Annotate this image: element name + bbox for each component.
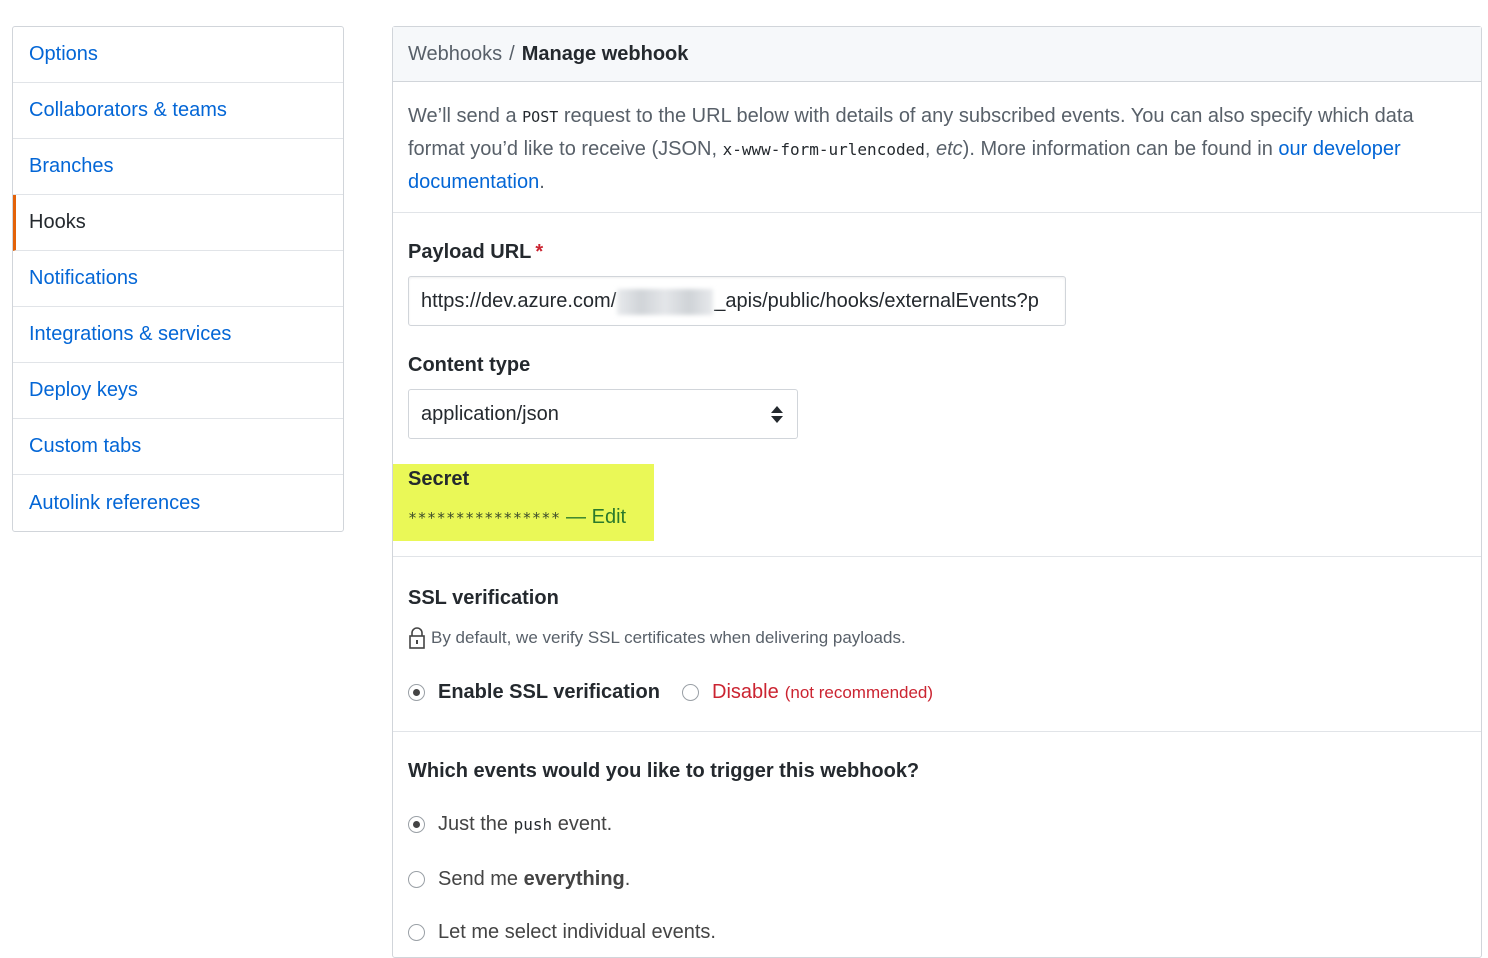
payload-url-label-text: Payload URL — [408, 241, 532, 263]
settings-sidebar: Options Collaborators & teams Branches H… — [12, 26, 344, 532]
sidebar-item-options[interactable]: Options — [13, 27, 343, 83]
events-question: Which events would you like to trigger t… — [408, 760, 920, 782]
disable-ssl-note: (not recommended) — [784, 682, 934, 702]
section-divider — [393, 731, 1481, 732]
sidebar-item-hooks[interactable]: Hooks — [13, 195, 343, 251]
sidebar-item-label: Collaborators & teams — [29, 99, 227, 121]
individual-events-radio[interactable] — [408, 924, 425, 941]
enable-ssl-radio[interactable] — [408, 684, 425, 701]
sidebar-item-label: Autolink references — [29, 491, 201, 514]
intro-etc: etc — [935, 138, 963, 160]
secret-dash: — — [560, 506, 592, 528]
push-event-radio[interactable] — [408, 816, 425, 833]
secret-row: **************** — Edit — [408, 506, 626, 529]
sidebar-item-label: Notifications — [29, 267, 138, 289]
payload-url-suffix: _apis/public/hooks/externalEvents?p — [714, 290, 1039, 312]
sidebar-item-label: Hooks — [29, 211, 86, 233]
intro-part: , — [924, 138, 936, 160]
intro-part: We’ll send a — [408, 105, 523, 127]
sidebar-item-branches[interactable]: Branches — [13, 139, 343, 195]
lock-icon — [409, 627, 425, 649]
everything-bold: everything — [523, 868, 625, 890]
ssl-note-text: By default, we verify SSL certificates w… — [431, 628, 906, 647]
event-option-push[interactable]: Just the push event. — [408, 813, 612, 836]
sidebar-item-autolink-references[interactable]: Autolink references — [13, 475, 343, 531]
event-option-everything[interactable]: Send me everything. — [408, 868, 630, 891]
breadcrumb-separator: / — [509, 42, 515, 65]
post-code: POST — [522, 108, 559, 126]
content-type-selected-value: application/json — [421, 403, 559, 425]
sidebar-item-label: Branches — [29, 155, 114, 177]
push-event-label: Just the — [438, 813, 514, 835]
secret-highlight: Secret **************** — Edit — [393, 464, 654, 541]
payload-url-label: Payload URL * — [408, 241, 543, 264]
payload-url-prefix: https://dev.azure.com/ — [421, 290, 617, 312]
secret-masked-value: **************** — [408, 509, 561, 527]
content-type-select[interactable]: application/json — [408, 389, 798, 439]
sidebar-item-deploy-keys[interactable]: Deploy keys — [13, 363, 343, 419]
ssl-note: By default, we verify SSL certificates w… — [408, 627, 906, 649]
intro-part: ). More information can be found in — [962, 138, 1279, 160]
sidebar-item-notifications[interactable]: Notifications — [13, 251, 343, 307]
everything-radio[interactable] — [408, 871, 425, 888]
enable-ssl-option[interactable]: Enable SSL verification — [408, 681, 660, 704]
breadcrumb: Webhooks / Manage webhook — [393, 27, 1481, 82]
enable-ssl-label: Enable SSL verification — [438, 681, 660, 703]
manage-webhook-panel: Webhooks / Manage webhook We’ll send a P… — [392, 26, 1482, 958]
intro-text: We’ll send a POST request to the URL bel… — [393, 82, 1481, 213]
sidebar-item-label: Deploy keys — [29, 379, 138, 401]
breadcrumb-webhooks-link[interactable]: Webhooks — [408, 43, 502, 66]
sidebar-item-custom-tabs[interactable]: Custom tabs — [13, 419, 343, 475]
redacted-organization-blur — [617, 288, 714, 315]
ssl-verification-label: SSL verification — [408, 587, 559, 609]
payload-url-input[interactable]: https://dev.azure.com/ _apis/public/hooks… — [408, 276, 1066, 326]
section-divider — [393, 556, 1481, 557]
push-event-label-end: event. — [552, 813, 613, 835]
sidebar-item-collaborators-teams[interactable]: Collaborators & teams — [13, 83, 343, 139]
everything-label: Send me — [438, 868, 524, 890]
disable-ssl-radio[interactable] — [682, 684, 699, 701]
secret-edit-link[interactable]: Edit — [592, 506, 626, 528]
disable-ssl-label: Disable — [712, 681, 779, 703]
sidebar-item-label: Custom tabs — [29, 435, 142, 457]
intro-part: . — [539, 171, 545, 193]
sidebar-item-label: Integrations & services — [29, 323, 232, 345]
required-mark: * — [535, 241, 544, 263]
push-code: push — [513, 815, 553, 834]
sidebar-item-label: Options — [29, 43, 98, 65]
content-type-label: Content type — [408, 354, 531, 376]
format-code: x-www-form-urlencoded — [722, 140, 925, 159]
page-title: Manage webhook — [521, 42, 689, 65]
disable-ssl-option[interactable]: Disable (not recommended) — [682, 681, 933, 704]
sidebar-item-integrations-services[interactable]: Integrations & services — [13, 307, 343, 363]
everything-label-end: . — [624, 868, 631, 890]
select-arrows-icon — [771, 403, 783, 425]
secret-label: Secret — [408, 468, 470, 490]
